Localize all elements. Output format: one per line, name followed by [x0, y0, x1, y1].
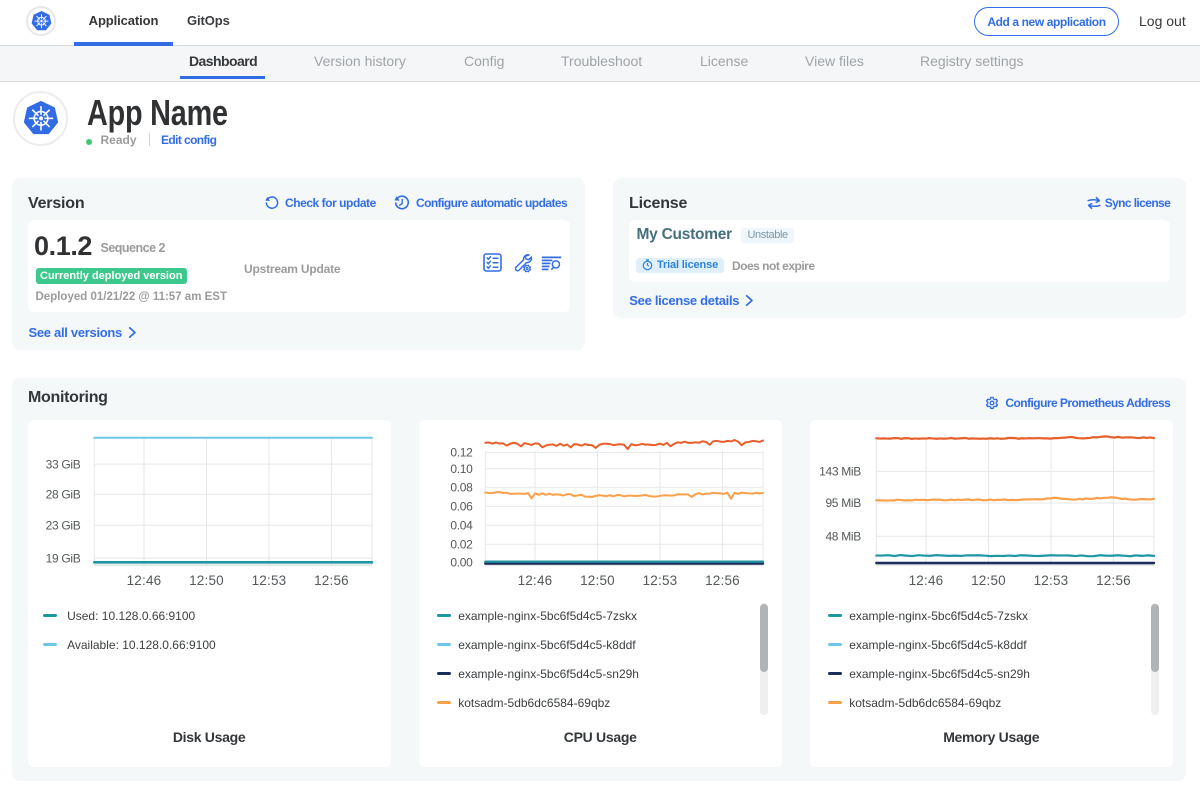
svg-text:0.08: 0.08: [450, 480, 473, 494]
svg-text:28 GiB: 28 GiB: [45, 487, 80, 501]
svg-text:12:50: 12:50: [580, 573, 615, 588]
svg-text:0.10: 0.10: [450, 462, 473, 476]
svg-text:12:53: 12:53: [1033, 573, 1068, 588]
svg-text:48 MiB: 48 MiB: [825, 530, 861, 544]
svg-text:12:46: 12:46: [908, 573, 943, 588]
svg-text:0.12: 0.12: [450, 446, 473, 460]
svg-text:12:50: 12:50: [189, 573, 224, 588]
svg-text:12:56: 12:56: [314, 573, 349, 588]
svg-text:143 MiB: 143 MiB: [819, 465, 861, 479]
svg-text:12:50: 12:50: [971, 573, 1006, 588]
svg-text:12:56: 12:56: [705, 573, 740, 588]
svg-text:0.02: 0.02: [450, 537, 473, 551]
svg-text:0.06: 0.06: [450, 499, 473, 513]
svg-text:95 MiB: 95 MiB: [825, 496, 861, 510]
svg-text:0.04: 0.04: [450, 518, 473, 532]
svg-text:12:53: 12:53: [642, 573, 677, 588]
svg-text:12:56: 12:56: [1096, 573, 1131, 588]
svg-text:19 GiB: 19 GiB: [45, 551, 80, 565]
svg-text:0.00: 0.00: [450, 555, 473, 569]
svg-text:33 GiB: 33 GiB: [45, 457, 80, 471]
svg-text:12:53: 12:53: [251, 573, 286, 588]
svg-text:12:46: 12:46: [126, 573, 161, 588]
svg-text:12:46: 12:46: [517, 573, 552, 588]
svg-text:23 GiB: 23 GiB: [45, 518, 80, 532]
